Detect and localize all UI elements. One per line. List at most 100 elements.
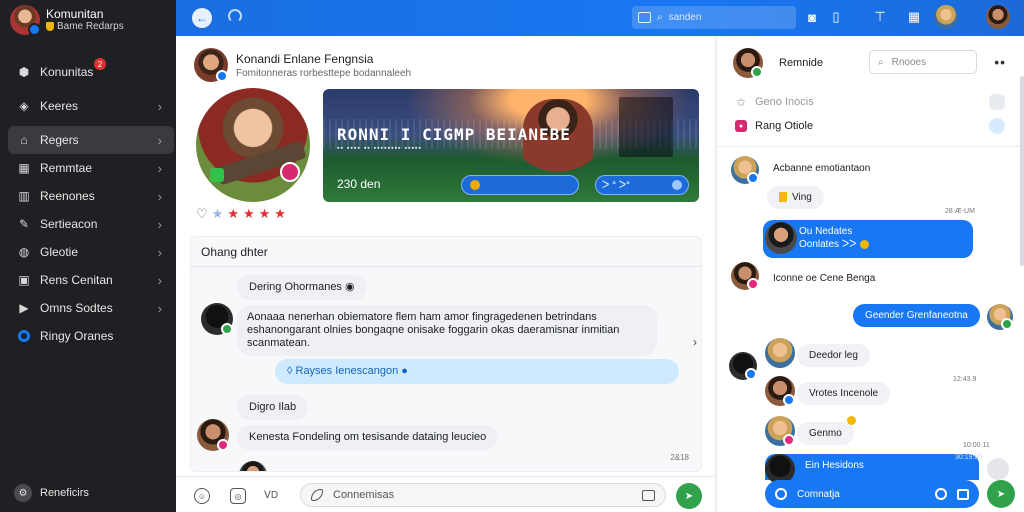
message-bubble[interactable]: Ein Hesidons bbox=[765, 454, 979, 480]
ring-icon bbox=[18, 330, 30, 342]
comment-bubble[interactable]: Aonaaa nenerhan obiematore flem ham amor… bbox=[237, 305, 657, 356]
message-avatar[interactable] bbox=[731, 262, 759, 290]
message-bubble[interactable]: Ving bbox=[767, 186, 824, 209]
comment-bubble[interactable]: Kenesta Fondeling om tesisande dataing l… bbox=[237, 425, 499, 450]
chat-panel: Remnide ⌕ Rnooes •• ✩ Geno Inocis ● Rang… bbox=[716, 36, 1024, 512]
chat-row[interactable]: ✩ Geno Inocis bbox=[735, 94, 1005, 110]
settings-icon: ⚙ bbox=[14, 484, 32, 502]
profile-picture[interactable] bbox=[196, 88, 310, 202]
sidebar-item-label: Regers bbox=[40, 133, 79, 147]
image-icon[interactable] bbox=[957, 488, 969, 500]
gif-button[interactable]: ᐯD bbox=[264, 490, 278, 501]
message-text: Iconne oe Cene Benga bbox=[773, 273, 876, 284]
message-bubble[interactable]: Vrotes Incenole bbox=[797, 382, 891, 405]
star-icon[interactable]: ★ bbox=[259, 206, 271, 222]
commenter-avatar[interactable] bbox=[201, 303, 233, 335]
message-avatar[interactable] bbox=[729, 352, 757, 380]
commenter-avatar[interactable] bbox=[197, 419, 229, 451]
message-avatar[interactable] bbox=[731, 156, 759, 184]
comment-bubble[interactable]: Digro Ilab bbox=[237, 395, 309, 420]
comment-bubble[interactable]: Dering Ohormanes ◉ bbox=[237, 275, 367, 300]
sidebar-footer-label: Reneficirs bbox=[40, 487, 89, 499]
globe-icon: ◍ bbox=[18, 245, 30, 259]
banner-progress-button[interactable] bbox=[461, 175, 579, 195]
sidebar-item-label: Konunitas bbox=[40, 65, 94, 79]
game-banner[interactable]: RONNI I CIGMP BEIANEBE ▪▪ ▪▪▪▪ ▪▪ ▪▪▪▪▪▪… bbox=[323, 89, 699, 202]
camera-icon[interactable]: ◎ bbox=[230, 488, 246, 504]
sidebar-item-omns-sodtes[interactable]: ▶ Omns Sodtes › bbox=[8, 294, 174, 322]
message-timestamp: 10:00.11 bbox=[963, 442, 990, 449]
chat-search-input[interactable]: ⌕ Rnooes bbox=[869, 50, 977, 74]
sidebar-item-ringy-oranes[interactable]: Ringy Oranes bbox=[8, 322, 174, 350]
emoji-icon[interactable] bbox=[775, 488, 787, 500]
community-avatar[interactable] bbox=[10, 5, 41, 36]
chat-name[interactable]: Remnide bbox=[779, 57, 823, 69]
user-avatar[interactable] bbox=[934, 5, 958, 29]
chevron-right-icon[interactable]: › bbox=[693, 335, 697, 349]
sidebar-item-label: Reenones bbox=[40, 189, 95, 203]
star-icon[interactable]: ★ bbox=[243, 206, 255, 222]
back-arrow-icon[interactable]: ← bbox=[192, 8, 212, 28]
sidebar-header[interactable]: Komunitan Bame Redarps bbox=[0, 0, 176, 40]
chevron-right-icon: › bbox=[157, 272, 162, 288]
message-bubble[interactable]: Deedor leg bbox=[797, 344, 870, 367]
more-options-icon[interactable]: •• bbox=[994, 54, 1006, 70]
camera-icon[interactable]: ◙ bbox=[804, 9, 820, 25]
chat-send-button[interactable]: ➤ bbox=[987, 480, 1015, 508]
profile-avatar[interactable] bbox=[986, 5, 1010, 29]
image-icon[interactable] bbox=[642, 489, 655, 501]
loading-icon bbox=[228, 9, 242, 23]
bell-icon[interactable]: ▯ bbox=[828, 9, 844, 25]
banner-title: RONNI I CIGMP BEIANEBE bbox=[337, 125, 571, 144]
banner-count: 230 den bbox=[337, 177, 381, 191]
sidebar-item-label: Omns Sodtes bbox=[40, 301, 113, 315]
chevron-right-icon: › bbox=[157, 160, 162, 176]
sidebar-item-label: Remmtae bbox=[40, 161, 93, 175]
comment-input[interactable]: Connemisas bbox=[300, 483, 666, 507]
star-icon[interactable]: ★ bbox=[274, 206, 286, 222]
chat-input-placeholder: Comnatja bbox=[797, 488, 840, 500]
message-bubble[interactable]: Geender Grenfaneotna bbox=[853, 304, 980, 327]
sidebar-footer[interactable]: ⚙ Reneficirs bbox=[14, 484, 89, 502]
sidebar-item-gleotie[interactable]: ◍ Gleotie › bbox=[8, 238, 174, 266]
sidebar-item-regers[interactable]: ⌂ Regers › bbox=[8, 126, 174, 154]
message-avatar[interactable] bbox=[765, 416, 795, 446]
message-avatar[interactable] bbox=[765, 222, 797, 254]
chat-input[interactable]: Comnatja bbox=[765, 480, 979, 508]
sidebar-item-remmtae[interactable]: ▦ Remmtae › bbox=[8, 154, 174, 182]
status-icon[interactable] bbox=[989, 118, 1005, 134]
chat-row[interactable]: ● Rang Otiole bbox=[735, 118, 1005, 134]
folder-icon bbox=[779, 192, 787, 203]
reply-bubble[interactable]: ◊ Rayses Ienescangon ● bbox=[275, 359, 679, 384]
emoji-icon[interactable]: ☺ bbox=[194, 488, 210, 504]
chat-avatar[interactable] bbox=[733, 48, 763, 78]
pin-icon[interactable]: ⊤ bbox=[872, 9, 888, 25]
sidebar-item-konunitas[interactable]: ⬢ Konunitas 2 bbox=[8, 56, 174, 88]
sidebar-item-rens-cenitan[interactable]: ▣ Rens Cenitan › bbox=[8, 266, 174, 294]
banner-action-button[interactable]: ᐳ ᐤ ᐳᐤ bbox=[595, 175, 689, 195]
heart-icon[interactable]: ♡ bbox=[196, 206, 208, 222]
message-avatar[interactable] bbox=[765, 376, 795, 406]
toggle-icon[interactable] bbox=[989, 94, 1005, 110]
sticker-icon[interactable] bbox=[935, 488, 947, 500]
send-button[interactable]: ➤ bbox=[676, 483, 702, 509]
message-timestamp: 12:43.9 bbox=[953, 376, 977, 383]
message-avatar[interactable] bbox=[987, 304, 1013, 330]
author-avatar[interactable] bbox=[194, 48, 228, 82]
message-avatar[interactable] bbox=[765, 338, 795, 368]
message-bubble[interactable]: Genmo bbox=[797, 422, 854, 445]
search-input[interactable]: ⌕ sanden bbox=[632, 6, 796, 29]
chevron-right-icon: › bbox=[157, 244, 162, 260]
reaction-button[interactable] bbox=[987, 458, 1009, 480]
sidebar-item-reenones[interactable]: ▥ Reenones › bbox=[8, 182, 174, 210]
emoji-icon bbox=[860, 239, 870, 249]
sidebar-item-keeres[interactable]: ◈ Keeres › bbox=[8, 92, 174, 120]
star-icon[interactable]: ★ bbox=[227, 206, 239, 222]
post-author[interactable]: Konandi Enlane Fengnsia bbox=[236, 52, 411, 66]
chat-scrollbar[interactable] bbox=[1020, 76, 1024, 266]
star-icon[interactable]: ★ bbox=[212, 206, 224, 222]
sidebar-item-sertieacon[interactable]: ✎ Sertieacon › bbox=[8, 210, 174, 238]
commenter-avatar[interactable] bbox=[239, 461, 267, 471]
grid-icon[interactable]: ▦ bbox=[906, 9, 922, 25]
send-icon: ➤ bbox=[996, 488, 1006, 500]
